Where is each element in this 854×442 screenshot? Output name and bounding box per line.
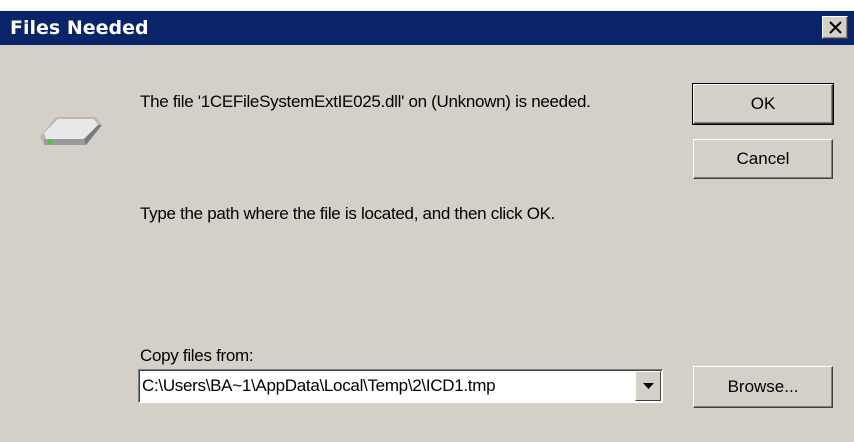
close-button[interactable] (822, 16, 848, 39)
cancel-button[interactable]: Cancel (693, 139, 833, 179)
copy-from-combobox[interactable] (138, 369, 663, 403)
needed-file-message: The file '1CEFileSystemExtIE025.dll' on … (140, 92, 591, 111)
close-icon (829, 21, 842, 34)
ok-button[interactable]: OK (692, 83, 834, 125)
title-bar[interactable]: Files Needed (0, 11, 854, 45)
copy-from-path-input[interactable] (142, 372, 634, 400)
combo-dropdown-button[interactable] (635, 371, 661, 401)
copy-files-from-label: Copy files from: (140, 346, 254, 365)
files-needed-dialog: Files Needed The file '1CEFileSystemExtI… (0, 10, 854, 442)
instruction-message: Type the path where the file is located,… (140, 204, 556, 223)
window-title: Files Needed (10, 17, 149, 39)
browse-button[interactable]: Browse... (693, 366, 833, 408)
drive-icon (40, 117, 102, 145)
chevron-down-icon (643, 383, 654, 389)
